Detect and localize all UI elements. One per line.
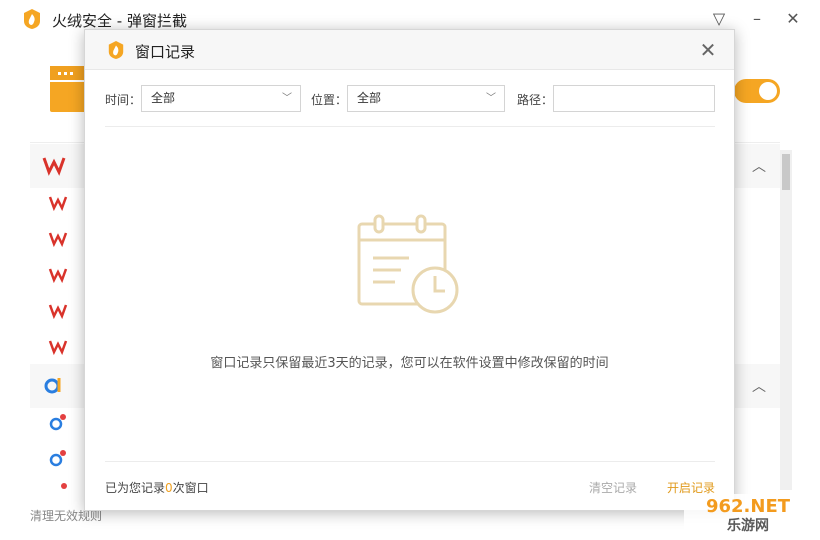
chevron-up-icon[interactable]: ︿ (752, 376, 766, 396)
watermark-line1: 962.NET (706, 496, 791, 517)
wps-icon (48, 340, 68, 356)
menu-dropdown-icon[interactable]: ▽ (710, 10, 728, 28)
wps-icon (48, 232, 68, 248)
calendar-clock-icon (357, 214, 459, 314)
chevron-down-icon: ﹀ (282, 93, 292, 104)
popup-block-banner-icon (50, 66, 86, 112)
path-filter-label: 路径： (517, 93, 554, 107)
wps-icon (48, 304, 68, 320)
wps-icon (48, 268, 68, 284)
wps-icon (48, 196, 68, 212)
position-filter-select[interactable]: 全部 ﹀ (347, 85, 505, 112)
position-filter-label: 位置： (311, 93, 348, 107)
dialog-title: 窗口记录 (135, 43, 196, 61)
close-icon[interactable]: ✕ (784, 10, 802, 28)
time-filter-select[interactable]: 全部 ﹀ (141, 85, 301, 112)
huorong-logo-icon (24, 9, 40, 29)
dialog-close-icon[interactable]: ✕ (697, 39, 719, 61)
watermark-line2: 乐游网 (727, 517, 769, 534)
minimize-icon[interactable]: – (748, 10, 766, 28)
window-record-dialog: 窗口记录 ✕ 时间： 全部 ﹀ 位置： 全部 ﹀ 路径： 窗口记录只保留最近3天… (84, 29, 735, 511)
main-window-title: 火绒安全 - 弹窗拦截 (52, 12, 187, 30)
record-count-prefix: 已为您记录 (105, 481, 166, 495)
path-filter-input[interactable] (553, 85, 715, 112)
rule-list-scrollbar[interactable] (780, 150, 792, 490)
empty-state-message: 窗口记录只保留最近3天的记录，您可以在软件设置中修改保留的时间 (210, 356, 609, 371)
time-filter-value: 全部 (151, 91, 176, 105)
popup-block-toggle[interactable] (734, 79, 780, 103)
time-filter-label: 时间： (105, 93, 142, 107)
status-dot-icon (61, 483, 67, 489)
record-count-number: 0 (165, 481, 173, 495)
wps-icon (42, 157, 66, 176)
site-watermark-logo: 962.NET 乐游网 (684, 494, 814, 534)
position-filter-value: 全部 (357, 91, 382, 105)
dialog-header: 窗口记录 ✕ (85, 30, 734, 70)
divider (105, 461, 715, 462)
record-count-suffix: 次窗口 (172, 481, 209, 495)
clear-records-button[interactable]: 清空记录 (589, 479, 637, 496)
chevron-down-icon: ﹀ (486, 93, 496, 104)
app-2345-icon (44, 378, 61, 394)
record-count-text: 已为您记录0次窗口 (105, 479, 209, 496)
huorong-logo-icon (108, 41, 124, 59)
chevron-up-icon[interactable]: ︿ (752, 156, 766, 176)
divider (105, 126, 715, 127)
app-2345-icon (49, 414, 66, 431)
app-2345-icon (49, 450, 66, 467)
